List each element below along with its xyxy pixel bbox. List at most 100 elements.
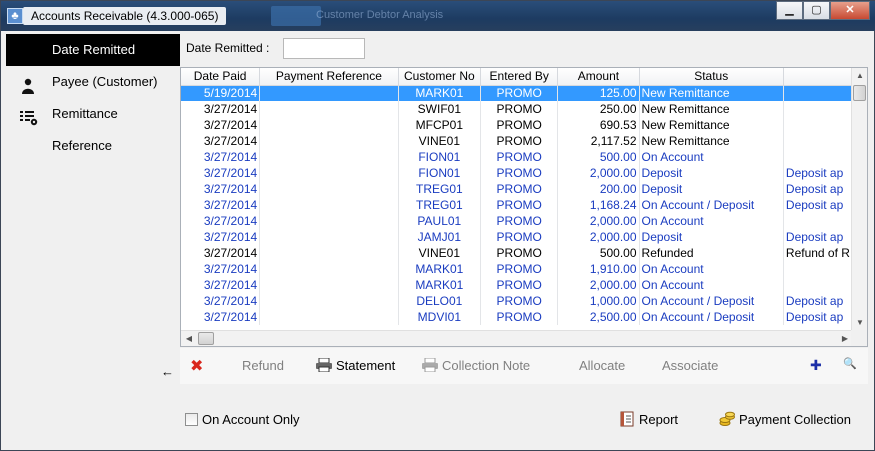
background-window-tab (271, 6, 321, 26)
cell-date-paid: 3/27/2014 (181, 117, 261, 133)
table-row[interactable]: 3/27/2014 MARK01 PROMO 1,910.00 On Account (181, 261, 853, 277)
cell-amount: 125.00 (557, 85, 640, 101)
search-icon[interactable]: 🔍 (843, 357, 857, 370)
column-header-date-paid[interactable]: Date Paid (181, 68, 261, 86)
table-row[interactable]: 3/27/2014 FION01 PROMO 2,000.00 Deposit Depos… (181, 165, 853, 181)
cell-payment-reference (259, 197, 399, 213)
table-row[interactable]: 3/27/2014 MDVI01 PROMO 2,500.00 On Account /… (181, 309, 853, 325)
refund-button[interactable]: Refund (242, 358, 284, 373)
collapse-sidebar-icon[interactable]: ← (161, 364, 174, 379)
sidebar-item-date-remitted[interactable]: Date Remitted (6, 34, 180, 66)
footer-bar: On Account Only Report Payment Collectio… (6, 402, 872, 432)
cell-extra (783, 261, 853, 277)
cell-extra (783, 85, 853, 101)
add-icon[interactable]: ✚ (810, 357, 822, 374)
column-header-status[interactable]: Status (639, 68, 784, 86)
cell-entered-by: PROMO (480, 85, 559, 101)
table-row[interactable]: 3/27/2014 DELO01 PROMO 1,000.00 On Account /… (181, 293, 853, 309)
table-row[interactable]: 3/27/2014 VINE01 PROMO 2,117.52 New Remittan… (181, 133, 853, 149)
column-header-extra[interactable] (783, 68, 853, 86)
cell-status: Refunded (639, 245, 784, 261)
column-header-entered-by[interactable]: Entered By (480, 68, 559, 86)
cell-customer-no: MARK01 (398, 261, 482, 277)
on-account-only-label[interactable]: On Account Only (202, 412, 300, 427)
table-row[interactable]: 3/27/2014 MARK01 PROMO 2,000.00 On Account (181, 277, 853, 293)
cell-extra (783, 117, 853, 133)
table-row[interactable]: 3/27/2014 VINE01 PROMO 500.00 Refunded Refund… (181, 245, 853, 261)
cell-date-paid: 3/27/2014 (181, 213, 261, 229)
table-row[interactable]: 3/27/2014 JAMJ01 PROMO 2,000.00 Deposit Depos… (181, 229, 853, 245)
date-remitted-label: Date Remitted : (186, 41, 270, 55)
table-header-row: Date Paid Payment Reference Customer No … (181, 68, 853, 86)
cell-date-paid: 3/27/2014 (181, 133, 261, 149)
remittance-table: Date Paid Payment Reference Customer No … (181, 68, 853, 325)
remittance-grid: Date Paid Payment Reference Customer No … (180, 67, 868, 347)
collection-note-label: Collection Note (442, 358, 531, 373)
horizontal-scrollbar[interactable]: ◀ ▶ (181, 330, 853, 346)
cell-status: On Account / Deposit (639, 197, 784, 213)
cell-entered-by: PROMO (480, 197, 559, 213)
scroll-up-icon[interactable]: ▲ (852, 68, 867, 84)
cell-extra: Deposit ap (783, 181, 853, 197)
date-remitted-input[interactable] (283, 38, 365, 59)
cell-entered-by: PROMO (480, 117, 559, 133)
allocate-button[interactable]: Allocate (579, 358, 625, 373)
cell-payment-reference (259, 277, 399, 293)
accounts-receivable-window: ♣ Accounts Receivable (4.3.000-065) Cust… (0, 0, 875, 451)
table-row[interactable]: 3/27/2014 TREG01 PROMO 200.00 Deposit Deposit… (181, 181, 853, 197)
table-row[interactable]: 3/27/2014 MFCP01 PROMO 690.53 New Remittance (181, 117, 853, 133)
cell-amount: 1,168.24 (557, 197, 640, 213)
horizontal-scroll-thumb[interactable] (198, 332, 214, 345)
table-row[interactable]: 3/27/2014 PAUL01 PROMO 2,000.00 On Account (181, 213, 853, 229)
vertical-scrollbar[interactable]: ▲ ▼ (851, 68, 867, 331)
collection-note-button[interactable]: Collection Note (422, 357, 531, 373)
title-bar[interactable]: ♣ Accounts Receivable (4.3.000-065) Cust… (1, 1, 875, 31)
table-row[interactable]: 3/27/2014 FION01 PROMO 500.00 On Account (181, 149, 853, 165)
cell-amount: 2,000.00 (557, 165, 640, 181)
column-header-amount[interactable]: Amount (557, 68, 640, 86)
statement-button[interactable]: Statement (316, 357, 395, 373)
scroll-left-icon[interactable]: ◀ (181, 331, 197, 346)
cell-extra: Deposit ap (783, 293, 853, 309)
cell-amount: 250.00 (557, 101, 640, 117)
vertical-scroll-thumb[interactable] (853, 85, 866, 101)
cell-amount: 2,117.52 (557, 133, 640, 149)
action-toolbar: ✖ Refund Statement Collection Note Alloc… (180, 348, 868, 384)
table-body: 5/19/2014 MARK01 PROMO 125.00 New Remittance… (181, 85, 853, 325)
scroll-down-icon[interactable]: ▼ (852, 315, 867, 331)
column-header-payment-reference[interactable]: Payment Reference (259, 68, 399, 86)
cell-entered-by: PROMO (480, 245, 559, 261)
maximize-button[interactable]: ▢ (803, 1, 830, 20)
table-row[interactable]: 3/27/2014 TREG01 PROMO 1,168.24 On Account /… (181, 197, 853, 213)
delete-icon[interactable]: ✖ (190, 356, 203, 376)
cell-status: On Account (639, 277, 784, 293)
cell-status: Deposit (639, 165, 784, 181)
report-button[interactable]: Report (619, 411, 678, 427)
minimize-button[interactable]: ▁ (776, 1, 803, 20)
cell-customer-no: MARK01 (398, 85, 482, 101)
payment-collection-label: Payment Collection (739, 412, 851, 427)
cell-entered-by: PROMO (480, 229, 559, 245)
payment-collection-button[interactable]: Payment Collection (719, 411, 851, 427)
column-header-customer-no[interactable]: Customer No (398, 68, 482, 86)
list-settings-icon (20, 106, 38, 126)
cell-entered-by: PROMO (480, 277, 559, 293)
cell-amount: 2,500.00 (557, 309, 640, 325)
cell-status: Deposit (639, 181, 784, 197)
cell-payment-reference (259, 149, 399, 165)
table-row[interactable]: 5/19/2014 MARK01 PROMO 125.00 New Remittance (181, 85, 853, 101)
cell-extra (783, 101, 853, 117)
sidebar-item-remittance-reference[interactable]: Remittance Reference (6, 98, 180, 153)
associate-button[interactable]: Associate (662, 358, 718, 373)
cell-date-paid: 3/27/2014 (181, 261, 261, 277)
close-button[interactable]: ✕ (830, 1, 870, 20)
cell-payment-reference (259, 101, 399, 117)
cell-extra (783, 149, 853, 165)
cell-entered-by: PROMO (480, 149, 559, 165)
sidebar-item-payee-customer[interactable]: Payee (Customer) (6, 66, 180, 98)
table-row[interactable]: 3/27/2014 SWIF01 PROMO 250.00 New Remittance (181, 101, 853, 117)
on-account-only-checkbox[interactable] (185, 413, 198, 426)
cell-status: On Account (639, 261, 784, 277)
cell-payment-reference (259, 261, 399, 277)
cell-extra: Refund of R (783, 245, 853, 261)
